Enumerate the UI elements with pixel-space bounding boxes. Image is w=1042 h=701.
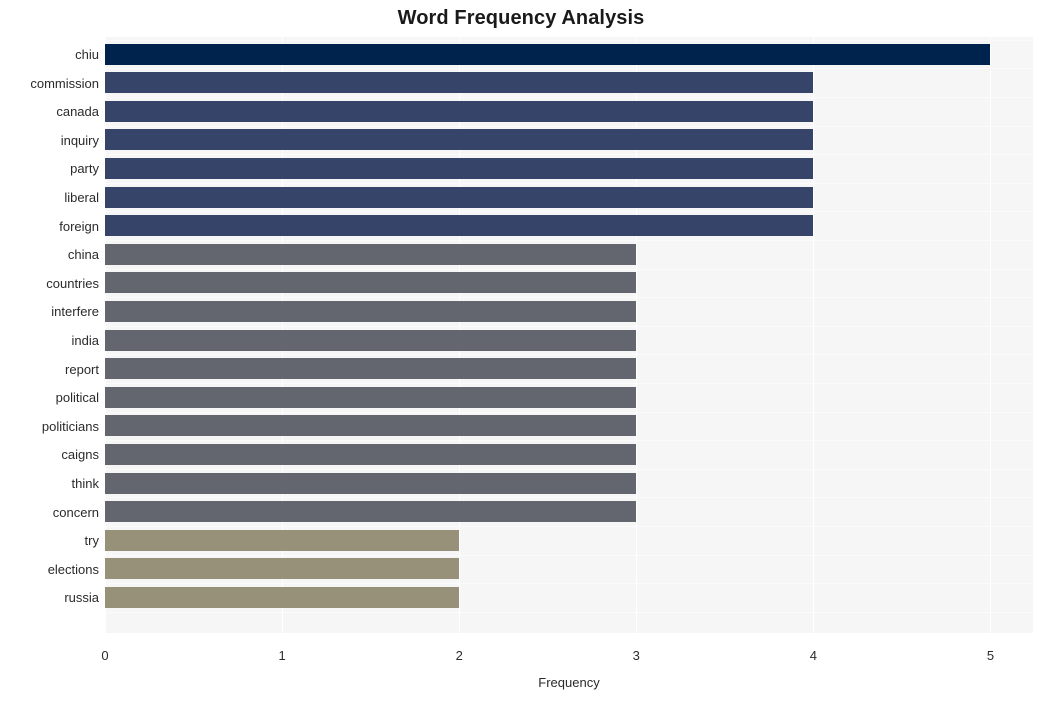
bar[interactable] <box>105 443 637 465</box>
x-axis-tick-label: 1 <box>278 648 286 663</box>
y-gridline <box>105 68 1033 70</box>
y-axis-tick-label: canada <box>56 104 99 120</box>
y-axis-tick-label: try <box>84 533 99 549</box>
y-gridline <box>105 440 1033 442</box>
y-axis-tick-label: political <box>55 390 99 406</box>
bar[interactable] <box>105 100 814 122</box>
bar[interactable] <box>105 472 637 494</box>
x-axis-tick-label: 0 <box>101 648 109 663</box>
bar[interactable] <box>105 300 637 322</box>
y-gridline <box>105 525 1033 527</box>
bar[interactable] <box>105 415 637 437</box>
bar[interactable] <box>105 586 460 608</box>
bar[interactable] <box>105 386 637 408</box>
y-axis-tick-label: interfere <box>51 304 99 320</box>
y-axis-tick-label: india <box>71 333 99 348</box>
y-gridline <box>105 497 1033 499</box>
bar[interactable] <box>105 43 991 65</box>
y-gridline <box>105 468 1033 470</box>
y-axis-tick-label: elections <box>47 561 99 577</box>
y-axis-tick-label: report <box>65 361 99 377</box>
bar[interactable] <box>105 157 814 179</box>
plot-area <box>105 37 1033 633</box>
y-gridline <box>105 182 1033 184</box>
bar[interactable] <box>105 501 637 523</box>
y-axis-tick-label: foreign <box>59 218 99 234</box>
y-axis-labels: chiu commission canada inquiry party liberal f… <box>0 37 99 633</box>
y-axis-tick-label: commission <box>30 75 99 91</box>
y-gridline <box>105 354 1033 356</box>
y-gridline <box>105 554 1033 556</box>
y-axis-tick-label: russia <box>64 590 99 606</box>
y-axis-tick-label: concern <box>52 504 99 520</box>
y-axis-tick-label: chiu <box>75 47 99 62</box>
x-axis-title: Frequency <box>538 675 600 690</box>
y-gridline <box>105 239 1033 241</box>
y-gridline <box>105 382 1033 384</box>
y-gridline <box>105 211 1033 213</box>
x-axis-tick-label: 5 <box>986 648 995 663</box>
word-frequency-chart: Word Frequency Analysis chiu commission ca… <box>0 0 1042 701</box>
bar[interactable] <box>105 243 637 265</box>
y-axis-tick-label: think <box>71 476 99 491</box>
x-axis-ticks: 0 1 2 3 4 5 <box>0 648 1042 668</box>
y-axis-tick-label: china <box>67 247 99 263</box>
bar[interactable] <box>105 529 460 551</box>
y-gridline <box>105 154 1033 156</box>
y-axis-tick-label: politicians <box>41 418 99 434</box>
y-gridline <box>105 96 1033 98</box>
y-gridline <box>105 325 1033 327</box>
y-gridline <box>105 611 1033 613</box>
y-gridline <box>105 583 1033 585</box>
bar[interactable] <box>105 186 814 208</box>
x-axis-tick-label: 4 <box>809 648 817 663</box>
bar[interactable] <box>105 129 814 151</box>
bar[interactable] <box>105 272 637 294</box>
y-axis-tick-label: party <box>70 161 99 177</box>
y-gridline <box>105 297 1033 299</box>
bar[interactable] <box>105 72 814 94</box>
x-axis-tick-label: 2 <box>455 648 463 663</box>
y-gridline <box>105 268 1033 270</box>
y-axis-tick-label: caigns <box>61 447 99 463</box>
y-axis-tick-label: liberal <box>64 190 99 205</box>
y-gridline <box>105 39 1033 41</box>
bar[interactable] <box>105 215 814 237</box>
x-axis-tick-label: 3 <box>632 648 640 663</box>
bar[interactable] <box>105 358 637 380</box>
y-gridline <box>105 125 1033 127</box>
y-axis-tick-label: inquiry <box>60 132 99 148</box>
chart-title: Word Frequency Analysis <box>397 7 645 29</box>
y-gridline <box>105 411 1033 413</box>
bar[interactable] <box>105 329 637 351</box>
y-axis-tick-label: countries <box>46 275 99 291</box>
bar[interactable] <box>105 558 460 580</box>
